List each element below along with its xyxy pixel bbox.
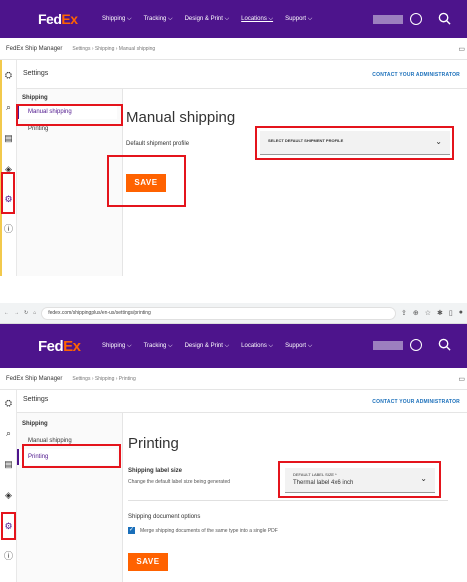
shipments-icon[interactable]: ⛭ [3, 70, 14, 81]
nav-section-shipping: Shipping [22, 95, 48, 101]
layers-icon[interactable]: ◈ [3, 490, 14, 501]
extensions-icon[interactable]: ✱ [437, 309, 443, 317]
chat-icon[interactable]: ▭ [458, 45, 465, 53]
merge-pdf-label: Merge shipping documents of the same typ… [140, 528, 278, 534]
info-icon[interactable]: ⓘ [3, 551, 14, 562]
user-avatar-icon[interactable] [410, 13, 422, 25]
highlight-printing [22, 444, 121, 468]
ship-manager-title[interactable]: FedEx Ship Manager [6, 46, 62, 52]
share-icon[interactable]: ⇪ [401, 309, 407, 317]
fedex-logo[interactable]: FedEx [38, 338, 81, 355]
user-avatar-icon[interactable] [410, 339, 422, 351]
forward-icon[interactable]: → [14, 310, 19, 316]
ship-manager-title[interactable]: FedEx Ship Manager [6, 376, 62, 382]
nav-locations[interactable]: Locations ⌵ [241, 16, 273, 23]
zoom-icon[interactable]: ⊕ [413, 309, 419, 317]
fedex-logo[interactable]: FedEx [38, 11, 78, 27]
nav-support[interactable]: Support ⌵ [285, 16, 312, 23]
main-menu: Shipping ⌵ Tracking ⌵ Design & Print ⌵ L… [102, 16, 312, 23]
section-divider [128, 500, 448, 501]
breadcrumb: Settings › Shipping › Printing [72, 375, 136, 382]
nav-locations[interactable]: Locations ⌵ [241, 343, 273, 350]
browser-toolbar: ← → ↻ ⌂ fedex.com/shippingplus/en-us/set… [0, 303, 467, 324]
logo-ex: Ex [63, 337, 81, 355]
check-icon: ✓ [128, 527, 135, 533]
nav-shipping[interactable]: Shipping ⌵ [102, 343, 132, 350]
nav-item-printing[interactable]: Printing [28, 126, 48, 132]
page-title: Manual shipping [126, 109, 236, 126]
nav-shipping[interactable]: Shipping ⌵ [102, 16, 132, 23]
package-search-icon[interactable]: ⌕ [3, 428, 14, 439]
shipments-icon[interactable]: ⛭ [3, 398, 14, 409]
settings-heading: Settings [23, 70, 49, 77]
package-search-icon[interactable]: ⌕ [3, 102, 14, 113]
nav-tracking[interactable]: Tracking ⌵ [144, 16, 173, 23]
nav-tracking[interactable]: Tracking ⌵ [144, 343, 173, 350]
browser-actions: ⇪ ⊕ ☆ ✱ ▯ ● [401, 309, 463, 317]
settings-heading: Settings [23, 396, 49, 403]
label-size-description: Change the default label size being gene… [128, 479, 231, 485]
nav-design-print[interactable]: Design & Print ⌵ [185, 16, 230, 23]
highlight-settings-icon [1, 512, 16, 540]
bookmark-icon[interactable]: ☆ [425, 309, 431, 317]
clipboard-icon[interactable]: ▤ [3, 133, 14, 144]
chat-icon[interactable]: ▭ [458, 375, 465, 383]
nav-support[interactable]: Support ⌵ [285, 343, 312, 350]
sub-header: FedEx Ship Manager Settings › Shipping ›… [0, 38, 467, 60]
profile-icon[interactable]: ● [459, 309, 463, 317]
top-nav: FedEx Shipping ⌵ Tracking ⌵ Design & Pri… [0, 324, 467, 368]
doc-options-heading: Shipping document options [128, 514, 201, 520]
save-button[interactable]: SAVE [128, 553, 168, 571]
sidebar-icon[interactable]: ▯ [449, 309, 453, 317]
reload-icon[interactable]: ↻ [24, 310, 28, 316]
logo-ex: Ex [61, 11, 78, 27]
search-icon[interactable] [438, 338, 451, 351]
sub-header: FedEx Ship Manager Settings › Shipping ›… [0, 368, 467, 390]
merge-pdf-checkbox[interactable]: ✓ [128, 527, 135, 534]
page-body: ⛭ ⌕ ▤ ◈ ⚙ ⓘ Settings CONTACT YOUR ADMINI… [0, 60, 467, 276]
redacted-username [373, 15, 403, 24]
icon-rail: ⛭ ⌕ ▤ ◈ ⚙ ⓘ [0, 390, 17, 582]
contact-admin-link[interactable]: CONTACT YOUR ADMINISTRATOR [372, 399, 460, 405]
info-icon[interactable]: ⓘ [3, 224, 14, 235]
screenshot-printing: ← → ↻ ⌂ fedex.com/shippingplus/en-us/set… [0, 303, 467, 582]
highlight-save [107, 155, 186, 207]
address-bar[interactable]: fedex.com/shippingplus/en-us/settings/pr… [41, 306, 396, 320]
nav-design-print[interactable]: Design & Print ⌵ [185, 343, 230, 350]
default-shipment-profile-label: Default shipment profile [126, 141, 190, 147]
nav-section-shipping: Shipping [22, 421, 48, 427]
highlight-manual-shipping [16, 104, 123, 126]
settings-left-nav: Shipping Manual shipping Printing [17, 413, 123, 582]
label-size-heading: Shipping label size [128, 468, 183, 474]
highlight-settings-icon [1, 172, 15, 214]
screenshot-manual-shipping: FedEx Shipping ⌵ Tracking ⌵ Design & Pri… [0, 0, 467, 276]
clipboard-icon[interactable]: ▤ [3, 459, 14, 470]
highlight-label-dropdown [278, 461, 441, 498]
logo-fed: Fed [38, 11, 62, 27]
highlight-dropdown [255, 126, 454, 160]
top-nav: FedEx Shipping ⌵ Tracking ⌵ Design & Pri… [0, 0, 467, 38]
main-menu: Shipping ⌵ Tracking ⌵ Design & Print ⌵ L… [102, 343, 312, 350]
breadcrumb: Settings › Shipping › Manual shipping [72, 45, 156, 52]
icon-rail: ⛭ ⌕ ▤ ◈ ⚙ ⓘ [0, 60, 17, 276]
search-icon[interactable] [438, 12, 451, 25]
page-title: Printing [128, 435, 179, 452]
logo-fed: Fed [38, 337, 64, 355]
redacted-username [373, 341, 403, 350]
contact-admin-link[interactable]: CONTACT YOUR ADMINISTRATOR [372, 72, 460, 78]
selected-indicator [17, 449, 19, 465]
separator [0, 276, 467, 303]
home-icon[interactable]: ⌂ [33, 310, 36, 316]
back-icon[interactable]: ← [4, 310, 9, 316]
